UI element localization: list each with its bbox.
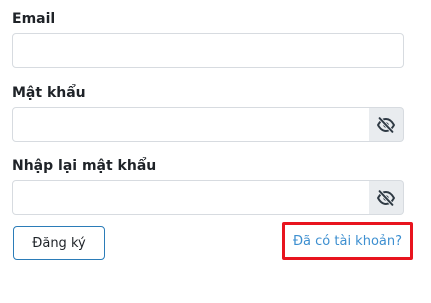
email-label: Email — [12, 11, 56, 27]
email-field-wrapper — [12, 33, 404, 68]
password-field[interactable] — [13, 108, 369, 141]
email-field[interactable] — [13, 34, 403, 67]
login-link[interactable]: Đã có tài khoản? — [293, 234, 402, 249]
eye-slash-icon — [377, 116, 395, 133]
toggle-confirm-password-visibility-button[interactable] — [369, 180, 404, 215]
toggle-password-visibility-button[interactable] — [369, 107, 404, 142]
confirm-password-field-wrapper — [12, 180, 370, 215]
password-label: Mật khẩu — [12, 85, 86, 101]
password-field-wrapper — [12, 107, 370, 142]
eye-slash-icon — [377, 189, 395, 206]
login-link-highlight: Đã có tài khoản? — [282, 222, 413, 260]
register-button[interactable]: Đăng ký — [13, 226, 105, 260]
confirm-password-field[interactable] — [13, 181, 369, 214]
confirm-password-label: Nhập lại mật khẩu — [12, 158, 157, 174]
